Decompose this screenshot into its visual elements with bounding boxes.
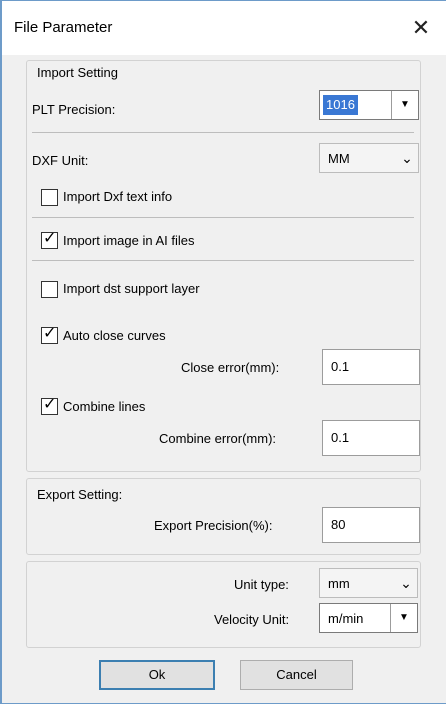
import-dxf-text-checkbox[interactable] xyxy=(41,189,58,206)
import-ai-image-label: Import image in AI files xyxy=(63,233,195,248)
combine-lines-label: Combine lines xyxy=(63,399,146,414)
velocity-unit-select[interactable]: m/min ▼ xyxy=(319,603,418,633)
unit-type-select[interactable]: mm ⌄ xyxy=(319,568,418,598)
plt-precision-value: 1016 xyxy=(323,95,358,115)
title-bar: File Parameter ✕ xyxy=(2,1,446,55)
dxf-unit-select[interactable]: MM ⌄ xyxy=(319,143,419,173)
plt-precision-select[interactable]: 1016 ▼ xyxy=(319,90,419,120)
auto-close-curves-checkbox[interactable]: ✓ xyxy=(41,325,58,344)
import-setting-label: Import Setting xyxy=(37,65,118,80)
check-icon: ✓ xyxy=(43,230,57,247)
close-error-input[interactable]: 0.1 xyxy=(322,349,420,385)
import-dst-support-checkbox[interactable] xyxy=(41,281,58,298)
auto-close-curves-label: Auto close curves xyxy=(63,328,166,343)
close-error-label: Close error(mm): xyxy=(181,360,280,375)
plt-precision-label: PLT Precision: xyxy=(32,102,116,117)
unit-type-value: mm xyxy=(328,576,350,591)
export-precision-input[interactable]: 80 xyxy=(322,507,420,543)
close-icon[interactable]: ✕ xyxy=(406,13,436,43)
chevron-down-icon: ⌄ xyxy=(401,150,413,166)
dialog-title: File Parameter xyxy=(14,19,113,36)
combine-lines-checkbox[interactable]: ✓ xyxy=(41,396,58,415)
dropdown-arrow-icon[interactable]: ▼ xyxy=(390,604,417,632)
velocity-unit-value: m/min xyxy=(328,611,364,626)
import-dxf-text-label: Import Dxf text info xyxy=(63,189,173,204)
combine-error-input[interactable]: 0.1 xyxy=(322,420,420,456)
check-icon: ✓ xyxy=(43,325,57,342)
velocity-unit-label: Velocity Unit: xyxy=(214,612,290,627)
import-ai-image-checkbox[interactable]: ✓ xyxy=(41,230,58,249)
export-precision-label: Export Precision(%): xyxy=(154,518,273,533)
unit-type-label: Unit type: xyxy=(234,577,289,592)
export-setting-label: Export Setting: xyxy=(37,487,123,502)
cancel-button[interactable]: Cancel xyxy=(240,660,353,690)
check-icon: ✓ xyxy=(43,396,57,413)
dxf-unit-label: DXF Unit: xyxy=(32,153,89,168)
dxf-unit-value: MM xyxy=(328,151,350,166)
ok-button[interactable]: Ok xyxy=(99,660,215,690)
combine-error-label: Combine error(mm): xyxy=(159,431,277,446)
file-parameter-dialog: File Parameter ✕ Import Setting PLT Prec… xyxy=(0,0,446,704)
import-dst-support-label: Import dst support layer xyxy=(63,281,200,296)
separator xyxy=(32,132,414,133)
separator xyxy=(32,260,414,261)
separator xyxy=(32,217,414,218)
chevron-down-icon: ⌄ xyxy=(400,575,412,591)
dropdown-arrow-icon[interactable]: ▼ xyxy=(391,91,418,119)
